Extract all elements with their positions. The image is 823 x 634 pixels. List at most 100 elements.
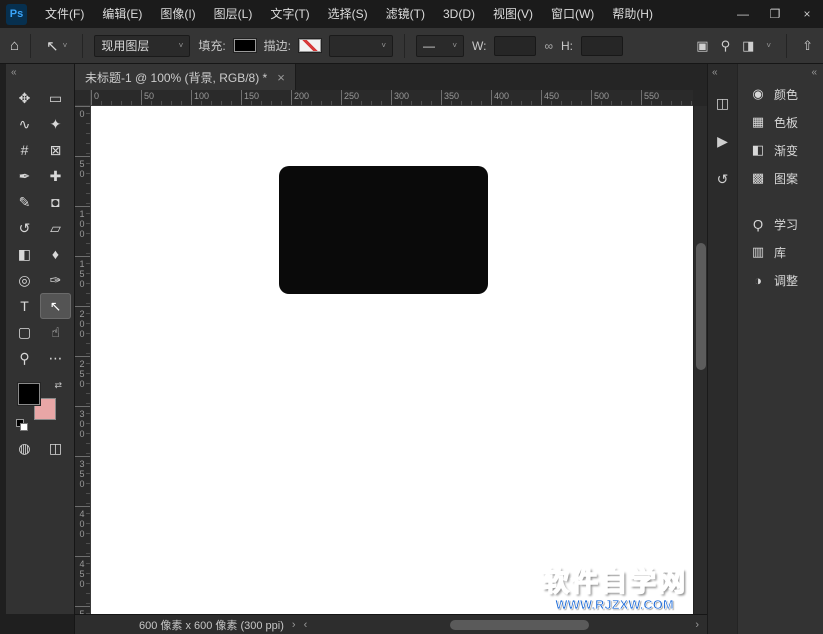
fill-swatch[interactable] (234, 39, 256, 52)
hand-tool[interactable]: ☝ (40, 319, 71, 345)
clone-stamp-tool[interactable]: ◘ (40, 189, 71, 215)
type-tool[interactable]: T (9, 293, 40, 319)
actions-panel-icon[interactable]: ▶ (710, 128, 736, 154)
move-tool[interactable]: ✥ (9, 85, 40, 111)
edit-toolbar-button[interactable]: ⋯ (40, 345, 71, 371)
foreground-color-swatch[interactable] (18, 383, 40, 405)
brush-tool[interactable]: ✎ (9, 189, 40, 215)
close-tab-icon[interactable]: × (277, 70, 285, 85)
frame-tool[interactable]: ⊠ (40, 137, 71, 163)
menu-item[interactable]: 帮助(H) (603, 0, 662, 28)
menu-item[interactable]: 图像(I) (151, 0, 204, 28)
panel-patterns[interactable]: ▩ 图案 (738, 164, 823, 192)
height-label: H: (561, 39, 573, 53)
document-tab[interactable]: 未标题-1 @ 100% (背景, RGB/8) * × (75, 64, 296, 90)
tool-icon: ↖ (50, 298, 62, 315)
ruler-tick-label: 200 (75, 306, 90, 356)
document-tab-title: 未标题-1 @ 100% (背景, RGB/8) * (85, 69, 267, 86)
scroll-right-arrow[interactable]: › (695, 619, 699, 631)
canvas[interactable]: 软件自学网 WWW.RJZXW.COM (91, 106, 693, 614)
restore-button[interactable]: ❐ (759, 0, 791, 28)
minimize-button[interactable]: — (727, 0, 759, 28)
eyedropper-tool[interactable]: ✒ (9, 163, 40, 189)
panel-colors[interactable]: ◉ 颜色 (738, 80, 823, 108)
default-colors-icon[interactable] (16, 419, 30, 433)
rect-marquee-tool[interactable]: ▭ (40, 85, 71, 111)
history-panel-icon[interactable]: ↺ (710, 166, 736, 192)
layer-mode-value: 现用图层 (101, 37, 149, 54)
scroll-left-arrow[interactable]: ‹ (304, 619, 308, 631)
menu-item[interactable]: 编辑(E) (93, 0, 151, 28)
path-selection-tool[interactable]: ↖ (40, 293, 71, 319)
panel-adjustments[interactable]: ◑ 调整 (738, 266, 823, 294)
menu-item[interactable]: 窗口(W) (542, 0, 603, 28)
stroke-style-select[interactable]: — ˅ (416, 35, 464, 57)
menu-item[interactable]: 图层(L) (205, 0, 262, 28)
panel-gradients[interactable]: ◧ 渐变 (738, 136, 823, 164)
panel-swatches[interactable]: ▦ 色板 (738, 108, 823, 136)
arrange-icon[interactable]: ▣ (696, 38, 708, 54)
vertical-scrollbar-thumb[interactable] (696, 243, 706, 370)
width-input[interactable] (494, 36, 536, 56)
menu-item[interactable]: 文字(T) (261, 0, 318, 28)
tool-preset-button[interactable]: ↖ ˅ (42, 35, 71, 57)
close-button[interactable]: × (791, 0, 823, 28)
panel-libraries[interactable]: ▥ 库 (738, 238, 823, 266)
collapse-panels-icon[interactable]: « (811, 67, 817, 78)
quick-selection-tool[interactable]: ✦ (40, 111, 71, 137)
menu-item[interactable]: 视图(V) (484, 0, 542, 28)
crop-tool[interactable]: # (9, 137, 40, 163)
screen-mode-button[interactable]: ◫ (40, 435, 71, 461)
zoom-tool[interactable]: ⚲ (9, 345, 40, 371)
tool-icon: ◘ (51, 194, 59, 210)
rectangle-tool[interactable]: ▢ (9, 319, 40, 345)
path-selection-icon: ↖ (46, 37, 59, 55)
panel-item-icon: ◧ (750, 142, 766, 158)
dodge-tool[interactable]: ◎ (9, 267, 40, 293)
chevron-down-icon: ˅ (381, 41, 386, 50)
pen-tool[interactable]: ✑ (40, 267, 71, 293)
black-rounded-rectangle-shape[interactable] (279, 166, 488, 294)
strip-icons: ◫ ▶ ↺ (710, 78, 736, 192)
expand-panels-icon[interactable]: « (708, 67, 718, 78)
home-icon[interactable]: ⌂ (10, 37, 19, 54)
strip-panel-glyph: ◫ (716, 95, 729, 112)
share-icon[interactable]: ⇧ (802, 38, 813, 54)
menu-item[interactable]: 文件(F) (36, 0, 93, 28)
collapse-toolbar-icon[interactable]: « (6, 64, 74, 81)
vertical-scrollbar[interactable] (693, 106, 707, 614)
photoshop-logo: Ps (6, 4, 27, 25)
status-menu-chevron[interactable]: › (292, 619, 296, 631)
collapsed-panels-icon[interactable]: ◫ (710, 90, 736, 116)
height-input[interactable] (581, 36, 623, 56)
gradient-tool[interactable]: ◧ (9, 241, 40, 267)
tool-icon: ↺ (19, 220, 31, 237)
menu-item[interactable]: 选择(S) (319, 0, 377, 28)
workspace-icon[interactable]: ◨ (742, 38, 754, 54)
layer-mode-select[interactable]: 现用图层 ˅ (94, 35, 190, 57)
menu-item[interactable]: 滤镜(T) (377, 0, 434, 28)
ruler-tick-label: 450 (541, 90, 591, 105)
eraser-tool[interactable]: ▱ (40, 215, 71, 241)
menu-item[interactable]: 3D(D) (434, 0, 484, 28)
swap-colors-icon[interactable]: ⇄ (54, 380, 62, 391)
panel-item-icon: ▩ (750, 170, 766, 186)
quick-mask-button[interactable]: ◍ (9, 435, 40, 461)
blur-tool[interactable]: ♦ (40, 241, 71, 267)
tool-icon: ✒ (19, 168, 31, 185)
ruler-tick-label: 200 (291, 90, 341, 105)
link-dimensions-icon[interactable]: ∞ (544, 39, 553, 53)
panel-learn[interactable]: Ϙ 学习 (738, 210, 823, 238)
horizontal-scrollbar-thumb[interactable] (450, 620, 588, 630)
tools-panel: « ✥ ▭ ∿ ✦ # ⊠ ✒ ✚ ✎ ◘ ↺ ▱ ◧ ♦ (6, 64, 74, 614)
lasso-tool[interactable]: ∿ (9, 111, 40, 137)
stroke-swatch[interactable] (299, 39, 321, 52)
history-brush-tool[interactable]: ↺ (9, 215, 40, 241)
stroke-width-select[interactable]: ˅ (329, 35, 393, 57)
tools-bottom-grid: ◍ ◫ (6, 435, 74, 461)
healing-brush-tool[interactable]: ✚ (40, 163, 71, 189)
search-icon[interactable]: ⚲ (721, 38, 731, 54)
horizontal-scrollbar[interactable] (319, 620, 683, 630)
tool-icon: ✑ (50, 272, 62, 289)
collapsed-panels-strip: « ◫ ▶ ↺ (707, 64, 737, 634)
